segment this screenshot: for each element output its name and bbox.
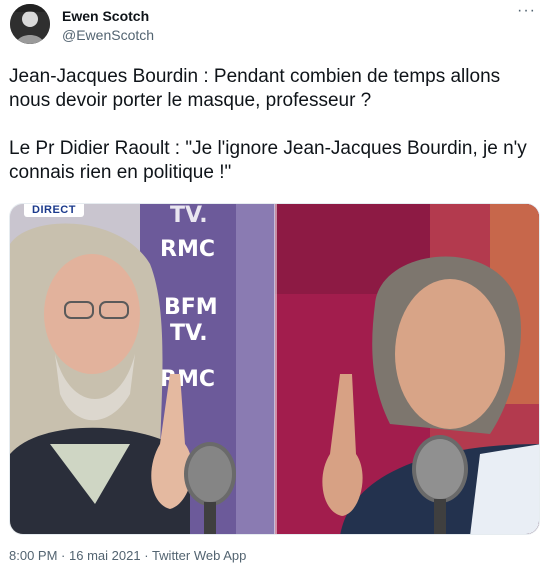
- avatar[interactable]: [10, 4, 50, 44]
- backdrop-tv: TV.: [170, 321, 208, 346]
- tweet-date[interactable]: 16 mai 2021: [69, 548, 141, 563]
- tweet-paragraph: Le Pr Didier Raoult : "Je l'ignore Jean-…: [9, 138, 527, 183]
- tweet-source[interactable]: Twitter Web App: [152, 548, 246, 563]
- tv-still-image: TV. RMC BFM TV. RMC: [10, 204, 539, 534]
- more-dots-icon[interactable]: ···: [517, 2, 536, 20]
- tweet-image[interactable]: TV. RMC BFM TV. RMC DIRECT: [9, 203, 540, 535]
- tweet-text: Jean-Jacques Bourdin : Pendant combien d…: [9, 65, 539, 209]
- author-handle[interactable]: @EwenScotch: [62, 27, 154, 43]
- backdrop-bfm: BFM: [164, 295, 218, 320]
- meta-separator: ·: [144, 548, 149, 563]
- tweet-paragraph: Jean-Jacques Bourdin : Pendant combien d…: [9, 66, 501, 111]
- meta-separator: ·: [61, 548, 66, 563]
- tweet-card: Ewen Scotch @EwenScotch ··· Jean-Jacques…: [0, 0, 550, 573]
- backdrop-top-tv: TV.: [170, 204, 208, 228]
- tweet-time[interactable]: 8:00 PM: [9, 548, 57, 563]
- backdrop-rmc-1: RMC: [160, 237, 215, 262]
- tweet-meta: 8:00 PM · 16 mai 2021 · Twitter Web App: [9, 548, 246, 564]
- author-name[interactable]: Ewen Scotch: [62, 8, 149, 24]
- direct-badge: DIRECT: [24, 204, 84, 217]
